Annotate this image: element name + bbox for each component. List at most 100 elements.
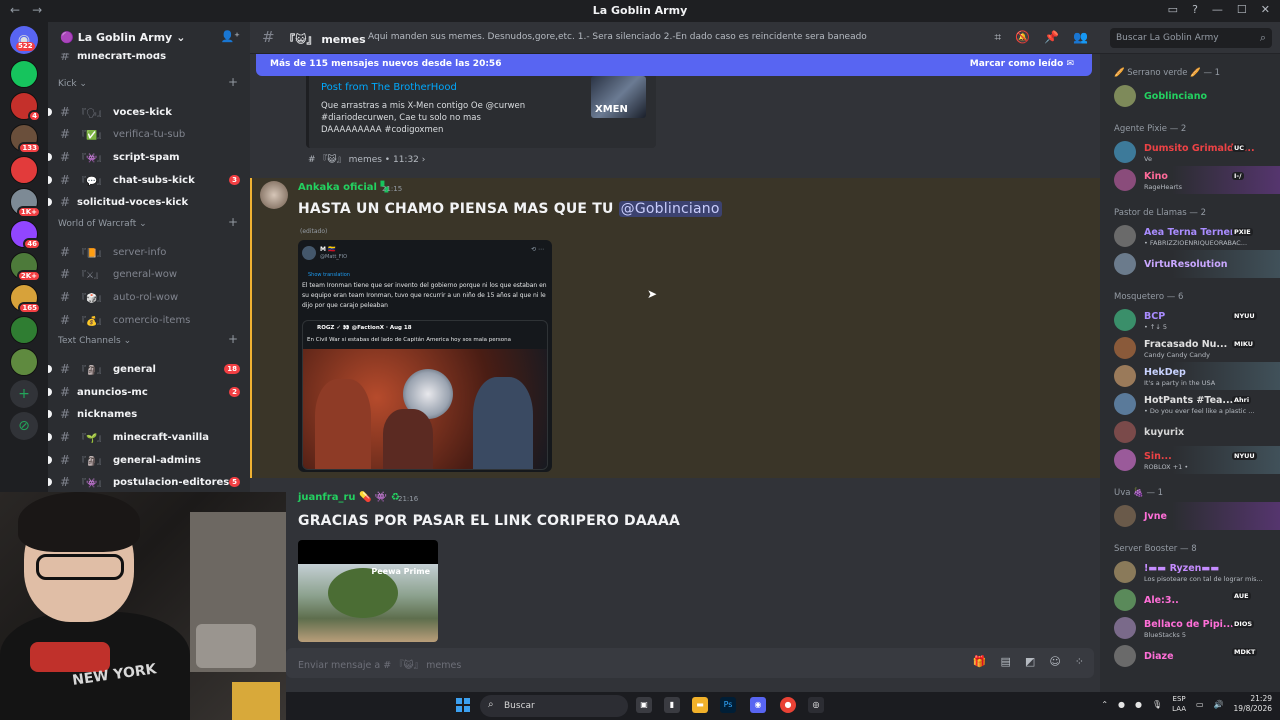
member-item[interactable]: Jvne <box>1100 502 1280 530</box>
member-item[interactable]: Bellaco de Pipi... BlueStacks 5 DIOS <box>1100 614 1280 642</box>
channel-item-script-spam[interactable]: # 『👾』 script-spam <box>48 147 250 167</box>
category-kick[interactable]: Kick ⌄ <box>58 79 87 89</box>
channel-item-minecraft-vanilla[interactable]: # 『🌱』 minecraft-vanilla <box>48 427 250 447</box>
taskbar-search[interactable]: ⌕ Buscar <box>480 695 628 717</box>
tray-mic-icon[interactable]: 🎙 <box>1152 700 1162 709</box>
server-icon[interactable]: 165 <box>10 284 41 314</box>
apps-icon[interactable]: ⁘ <box>1075 655 1084 668</box>
member-item[interactable]: BCP • ↑↓ 5 NYUU <box>1100 306 1280 334</box>
gif-icon[interactable]: ▤ <box>1001 655 1011 668</box>
close-icon[interactable]: ✕ <box>1261 3 1270 16</box>
channel-item-solicitud-voces-kick[interactable]: # solicitud-voces-kick <box>48 192 250 212</box>
language-indicator[interactable]: ESP LAA <box>1172 694 1186 714</box>
member-item[interactable]: Goblinciano <box>1100 82 1280 110</box>
member-item[interactable]: Kino RageHearts I-/ <box>1100 166 1280 194</box>
channel-item-comercio-items[interactable]: # 『💰』 comercio-items <box>48 310 250 330</box>
member-item[interactable]: VirtuResolution <box>1100 250 1280 278</box>
server-list: ◉ 522 4 133 1K+ 46 2K+ 165 + ⊘ <box>0 22 48 492</box>
app-icon[interactable]: ◎ <box>808 697 824 713</box>
member-item[interactable]: Dumsito Grimaldo ... Ve UC <box>1100 138 1280 166</box>
member-item[interactable]: Aea Terna Ternera • FABRIZZIOENRIQUEORABA… <box>1100 222 1280 250</box>
windows-start-icon[interactable] <box>456 698 470 712</box>
member-item[interactable]: HotPants #Tea... • Do you ever feel like … <box>1100 390 1280 418</box>
server-icon[interactable] <box>10 348 38 376</box>
channel-item-chat-subs-kick[interactable]: # 『💬』 chat-subs-kick 3 <box>48 170 250 190</box>
tweet-image[interactable]: M 🇻🇪 @Matt_FIO ⟲ ⋯ Show translation El t… <box>298 240 552 472</box>
channel-item-general-admins[interactable]: # 『🗿』 general-admins <box>48 450 250 470</box>
pin-icon[interactable]: 📌 <box>1044 30 1059 45</box>
message-author[interactable]: Ankaka oficial ▚ <box>298 182 388 193</box>
forwarded-embed[interactable]: Post from The BrotherHood Que arrastras … <box>306 76 656 148</box>
server-icon[interactable]: 4 <box>10 92 41 122</box>
clock[interactable]: 21:29 19/8/2026 <box>1234 694 1272 714</box>
chrome-icon[interactable]: ● <box>780 697 796 713</box>
category-text-channels[interactable]: Text Channels ⌄ <box>58 336 131 346</box>
server-icon[interactable] <box>10 156 38 184</box>
minimize-icon[interactable]: — <box>1212 3 1223 16</box>
channel-item-anuncios-mc[interactable]: # anuncios-mc 2 <box>48 382 250 402</box>
add-channel-icon[interactable]: + <box>228 332 238 346</box>
channel-name: voces-kick <box>113 106 172 118</box>
mark-as-read-button[interactable]: Marcar como leído ✉ <box>970 59 1074 69</box>
embed-thumbnail[interactable]: XMEN <box>591 76 646 118</box>
discord-icon[interactable]: ◉ <box>750 697 766 713</box>
channel-topic[interactable]: Aqui manden sus memes. Desnudos,gore,etc… <box>368 32 867 42</box>
member-list-icon[interactable]: 👥 <box>1073 30 1088 45</box>
attached-image[interactable]: Peewa Prime <box>298 540 438 642</box>
new-messages-bar[interactable]: Más de 115 mensajes nuevos desde las 20:… <box>256 54 1092 76</box>
server-icon[interactable]: 1K+ <box>10 188 41 218</box>
member-item[interactable]: HekDep It's a party in the USA <box>1100 362 1280 390</box>
gift-icon[interactable]: 🎁 <box>973 655 987 668</box>
server-header[interactable]: 🟣 La Goblin Army ⌄ 👤⁺ <box>48 22 250 53</box>
add-channel-icon[interactable]: + <box>228 75 238 89</box>
tray-app-icon[interactable]: ● <box>1135 700 1142 709</box>
help-icon[interactable]: ? <box>1192 3 1198 16</box>
member-item[interactable]: kuyurix <box>1100 418 1280 446</box>
app-icon[interactable]: ▮ <box>664 697 680 713</box>
channel-item-auto-rol-wow[interactable]: # 『🎲』 auto-rol-wow <box>48 287 250 307</box>
discover-icon[interactable]: ⊘ <box>10 412 38 440</box>
channel-item-general-wow[interactable]: # 『⚔』 general-wow <box>48 264 250 284</box>
volume-icon[interactable]: 🔊 <box>1214 700 1224 709</box>
invite-people-icon[interactable]: 👤⁺ <box>220 30 240 43</box>
maximize-icon[interactable]: ☐ <box>1237 3 1247 16</box>
home-discord-icon[interactable]: ◉ 522 <box>10 26 38 54</box>
member-item[interactable]: Fracasado Nu... Candy Candy Candy MIKU <box>1100 334 1280 362</box>
message-author[interactable]: juanfra_ru 💊 👾 ♻ <box>298 492 400 503</box>
embed-title[interactable]: Post from The BrotherHood <box>321 82 457 93</box>
file-explorer-icon[interactable]: ▬ <box>692 697 708 713</box>
member-item[interactable]: Sin... ROBLOX +1 • NYUU <box>1100 446 1280 474</box>
channel-item-voces-kick[interactable]: # 『🗣』 voces-kick <box>48 102 250 122</box>
avatar[interactable] <box>260 181 288 209</box>
emoji-icon[interactable]: ☺ <box>1049 655 1060 668</box>
channel-item-server-info[interactable]: # 『📙』 server-info <box>48 242 250 262</box>
forward-source-link[interactable]: # 『😺』 memes • 11:32 › <box>308 152 425 165</box>
member-item[interactable]: !▬▬ Ryzen▬▬ Los pisoteare con tal de logr… <box>1100 558 1280 586</box>
category-world-of-warcraft[interactable]: World of Warcraft ⌄ <box>58 219 147 229</box>
search-input[interactable]: Buscar La Goblin Army ⌕ <box>1110 28 1272 48</box>
server-kick-icon[interactable] <box>10 60 38 88</box>
channel-item-postulacion-editores[interactable]: # 『👾』 postulacion-editores 5 <box>48 472 250 492</box>
channel-item-nicknames[interactable]: # nicknames <box>48 404 250 424</box>
server-icon[interactable] <box>10 316 38 344</box>
add-server-icon[interactable]: + <box>10 380 38 408</box>
threads-icon[interactable]: ⌗ <box>994 30 1001 45</box>
network-icon[interactable]: ▭ <box>1196 700 1204 709</box>
channel-item-verifica-tu-sub[interactable]: # 『✅』 verifica-tu-sub <box>48 124 250 144</box>
tray-chevron-icon[interactable]: ⌃ <box>1101 700 1108 709</box>
photoshop-icon[interactable]: Ps <box>720 697 736 713</box>
member-item[interactable]: Ale:3.. AUE <box>1100 586 1280 614</box>
channel-item-general[interactable]: # 『🗿』 general 18 <box>48 359 250 379</box>
add-channel-icon[interactable]: + <box>228 215 238 229</box>
member-item[interactable]: Diaze MDKT <box>1100 642 1280 670</box>
server-icon[interactable]: 2K+ <box>10 252 41 282</box>
server-twitch-icon[interactable]: 46 <box>10 220 41 250</box>
sticker-icon[interactable]: ◩ <box>1025 655 1035 668</box>
inbox-icon[interactable]: ▭ <box>1168 3 1178 16</box>
mute-bell-icon[interactable]: 🔕 <box>1015 30 1030 45</box>
message-composer[interactable]: Enviar mensaje a # 『😺』 memes 🎁 ▤ ◩ ☺ ⁘ <box>286 648 1094 678</box>
server-icon[interactable]: 133 <box>10 124 41 154</box>
task-view-icon[interactable]: ▣ <box>636 697 652 713</box>
user-mention[interactable]: @Goblinciano <box>618 201 722 217</box>
tray-app-icon[interactable]: ● <box>1118 700 1125 709</box>
